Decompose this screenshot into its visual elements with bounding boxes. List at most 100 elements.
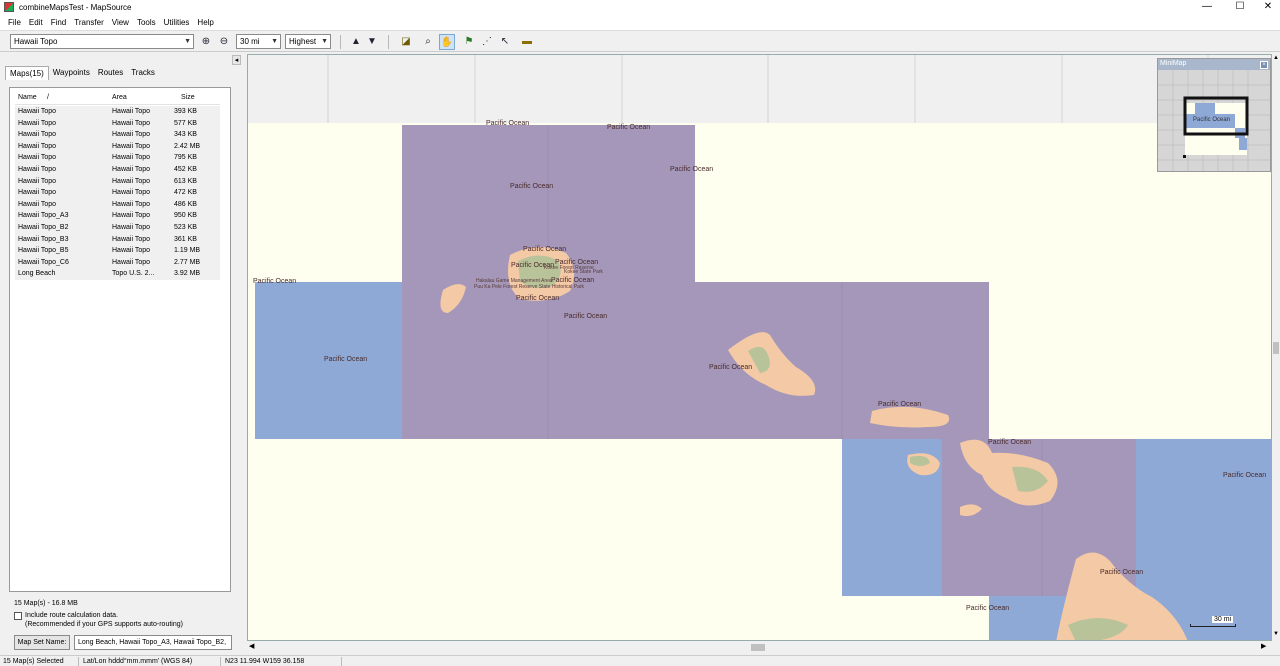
chevron-down-icon: ▼ — [184, 38, 191, 45]
map-label: Pacific Ocean — [516, 295, 560, 302]
map-name-cell: Hawaii Topo — [18, 119, 57, 127]
map-scale: 30 mi — [1190, 614, 1236, 628]
zoom-out-icon[interactable]: ⊖ — [216, 34, 232, 50]
status-position: N23 11.994 W159 36.158 — [222, 657, 342, 666]
menu-utilities[interactable]: Utilities — [160, 18, 194, 27]
tab-maps[interactable]: Maps(15) — [5, 66, 49, 80]
menu-view[interactable]: View — [108, 18, 133, 27]
toolbar-separator — [388, 35, 389, 49]
zoom-select[interactable]: 30 mi ▼ — [236, 34, 281, 49]
table-row[interactable]: Hawaii Topo Hawaii Topo 343 KB — [15, 129, 220, 141]
menu-tools[interactable]: Tools — [133, 18, 160, 27]
zoom-in-icon[interactable]: ⊕ — [198, 34, 214, 50]
menu-transfer[interactable]: Transfer — [70, 18, 108, 27]
table-row[interactable]: Hawaii Topo_A3 Hawaii Topo 950 KB — [15, 210, 220, 222]
horizontal-scroll-thumb[interactable] — [751, 644, 765, 651]
table-row[interactable]: Hawaii Topo Hawaii Topo 393 KB — [15, 106, 220, 118]
route-calc-checkbox[interactable] — [14, 612, 22, 620]
map-area-cell: Hawaii Topo — [112, 131, 151, 139]
map-set-name-input[interactable]: Long Beach, Hawaii Topo_A3, Hawaii Topo_… — [74, 635, 232, 650]
scroll-right-icon[interactable]: ▶ — [1261, 642, 1266, 650]
map-name-cell: Hawaii Topo_B5 — [18, 247, 69, 255]
map-label: Pacific Ocean — [523, 246, 567, 253]
table-row[interactable]: Hawaii Topo Hawaii Topo 472 KB — [15, 187, 220, 199]
horizontal-scrollbar[interactable]: ◀ ▶ — [247, 641, 1272, 654]
map-area-cell: Hawaii Topo — [112, 258, 151, 266]
scroll-left-icon[interactable]: ◀ — [249, 642, 254, 650]
table-row[interactable]: Hawaii Topo_B2 Hawaii Topo 523 KB — [15, 221, 220, 234]
hand-tool-icon[interactable]: ✋ — [439, 34, 455, 50]
map-area-cell: Topo U.S. 2... — [112, 270, 155, 278]
minimap[interactable]: MiniMap × Pacific Ocean — [1157, 58, 1271, 172]
table-row[interactable]: Hawaii Topo Hawaii Topo 577 KB — [15, 117, 220, 130]
tab-tracks[interactable]: Tracks — [127, 66, 159, 80]
receive-from-device-icon[interactable]: ▼ — [364, 34, 380, 50]
map-name-cell: Hawaii Topo — [18, 200, 57, 208]
map-area-cell: Hawaii Topo — [112, 223, 151, 231]
map-tool-icon[interactable]: ◪ — [398, 34, 414, 50]
map-view[interactable]: Pacific Ocean Pacific Ocean Pacific Ocea… — [247, 54, 1272, 641]
menu-help[interactable]: Help — [193, 18, 217, 27]
table-row[interactable]: Hawaii Topo Hawaii Topo 2.42 MB — [15, 140, 220, 153]
detail-select-value: Highest — [289, 37, 317, 46]
table-row[interactable]: Hawaii Topo_C6 Hawaii Topo 2.77 MB — [15, 256, 220, 269]
map-canvas — [248, 55, 1271, 640]
product-select[interactable]: Hawaii Topo ▼ — [10, 34, 194, 49]
app-icon — [4, 2, 14, 12]
map-name-cell: Hawaii Topo — [18, 131, 57, 139]
zoom-tool-icon[interactable]: ⌕ — [420, 34, 436, 50]
minimap-close-icon[interactable]: × — [1260, 61, 1268, 69]
menu-file[interactable]: File — [4, 18, 25, 27]
map-size-cell: 577 KB — [174, 119, 197, 127]
maps-list[interactable]: Name / Area Size Hawaii Topo Hawaii Topo 3… — [9, 87, 231, 592]
distance-tool-icon[interactable]: ▬ — [519, 34, 535, 50]
map-size-cell: 950 KB — [174, 212, 197, 220]
vertical-scrollbar[interactable]: ▲ ▼ — [1272, 54, 1280, 641]
map-label: Pacific Ocean — [324, 356, 368, 363]
detail-select[interactable]: Highest ▼ — [285, 34, 331, 49]
table-row[interactable]: Hawaii Topo Hawaii Topo 613 KB — [15, 175, 220, 188]
map-size-cell: 452 KB — [174, 165, 197, 173]
map-label: Pacific Ocean — [966, 605, 1010, 612]
map-label: Pacific Ocean — [551, 277, 595, 284]
menu-find[interactable]: Find — [47, 18, 71, 27]
column-name[interactable]: Name — [15, 92, 47, 104]
minimize-button[interactable]: — — [1189, 0, 1225, 14]
scroll-down-icon[interactable]: ▼ — [1272, 631, 1280, 637]
map-size-cell: 2.77 MB — [174, 258, 201, 266]
map-name-cell: Hawaii Topo — [18, 177, 57, 185]
close-button[interactable]: ✕ — [1250, 0, 1280, 14]
table-row[interactable]: Hawaii Topo_B3 Hawaii Topo 361 KB — [15, 233, 220, 246]
table-row[interactable]: Hawaii Topo Hawaii Topo 452 KB — [15, 163, 220, 176]
chevron-down-icon: ▼ — [321, 38, 328, 45]
route-tool-icon[interactable]: ⋰ — [479, 34, 495, 50]
table-row[interactable]: Hawaii Topo Hawaii Topo 486 KB — [15, 198, 220, 211]
map-area-cell: Hawaii Topo — [112, 108, 151, 115]
send-to-device-icon[interactable]: ▲ — [348, 34, 364, 50]
waypoint-tool-icon[interactable]: ⚑ — [461, 34, 477, 50]
table-row[interactable]: Hawaii Topo Hawaii Topo 795 KB — [15, 152, 220, 164]
menu-edit[interactable]: Edit — [25, 18, 47, 27]
tab-waypoints[interactable]: Waypoints — [49, 66, 94, 80]
route-calc-note: (Recommended if your GPS supports auto-r… — [25, 621, 183, 628]
map-area-cell: Hawaii Topo — [112, 235, 151, 243]
vertical-scroll-thumb[interactable] — [1273, 342, 1279, 354]
map-name-cell: Hawaii Topo_B2 — [18, 223, 69, 231]
panel-collapse-button[interactable]: ◂ — [232, 55, 241, 65]
table-row[interactable]: Hawaii Topo_B5 Hawaii Topo 1.19 MB — [15, 245, 220, 257]
column-area[interactable]: Area — [112, 92, 167, 104]
map-set-name-button[interactable]: Map Set Name: — [14, 635, 70, 650]
map-name-cell: Hawaii Topo_B3 — [18, 235, 69, 243]
map-label: Pacific Ocean — [878, 401, 922, 408]
map-name-cell: Hawaii Topo — [18, 165, 57, 173]
column-size[interactable]: Size — [167, 92, 220, 104]
map-name-cell: Hawaii Topo — [18, 142, 57, 150]
title-bar: combineMapsTest - MapSource — ☐ ✕ — [0, 0, 1280, 14]
table-row[interactable]: Long Beach Topo U.S. 2... 3.92 MB — [15, 268, 220, 280]
scroll-up-icon[interactable]: ▲ — [1272, 55, 1280, 61]
selection-tool-icon[interactable]: ↖ — [497, 34, 513, 50]
status-format: Lat/Lon hddd°mm.mmm' (WGS 84) — [80, 657, 221, 666]
maps-summary: 15 Map(s) - 16.8 MB — [14, 600, 78, 607]
tab-routes[interactable]: Routes — [94, 66, 127, 80]
map-size-cell: 523 KB — [174, 223, 197, 231]
